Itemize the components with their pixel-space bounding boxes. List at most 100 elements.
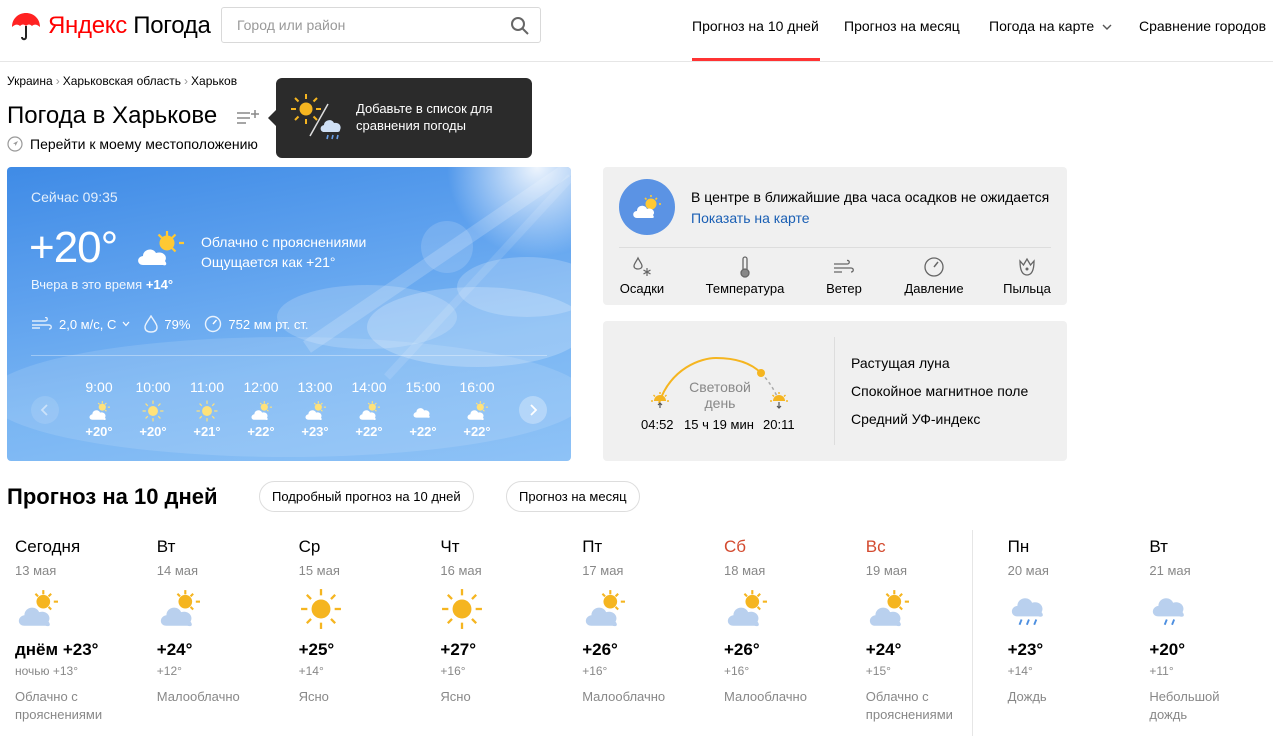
- forecast-day[interactable]: Пн 20 мая +23° +14° Дождь: [1008, 537, 1142, 706]
- day-temp: +23°: [1007, 640, 1044, 659]
- forecast-day[interactable]: Чт 16 мая +27° +16° Ясно: [440, 537, 574, 706]
- hour-icon: [234, 400, 288, 422]
- day-date: 17 мая: [582, 563, 624, 578]
- rain-icon: [1011, 598, 1043, 626]
- day-condition-line1: Малооблачно: [156, 689, 240, 704]
- breadcrumb-country[interactable]: Украина: [7, 74, 53, 88]
- nav-active-indicator: [692, 58, 820, 61]
- hour-item: 11:00 +21°: [180, 379, 234, 439]
- forecast-title: Прогноз на 10 дней: [7, 484, 218, 509]
- forecast-day[interactable]: Вс 19 мая +24° +15° Облачно с прояснениями: [866, 537, 1000, 724]
- wind-value: 2,0 м/с, С: [59, 316, 117, 332]
- sun-icon: [142, 400, 164, 422]
- hour-time: 12:00: [243, 379, 279, 395]
- compare-tooltip: Добавьте в список для сравнения погоды: [268, 78, 532, 158]
- forecast-day[interactable]: Вт 14 мая +24° +12° Малооблачно: [157, 537, 291, 706]
- chevron-left-icon: [40, 404, 48, 416]
- wind-param[interactable]: 2,0 м/с, С: [31, 317, 130, 332]
- nowcast-icon: [619, 179, 675, 235]
- yesterday-value: +14°: [145, 277, 174, 292]
- day-condition: Малооблачно: [724, 688, 858, 706]
- humidity-drop-icon: [144, 315, 159, 333]
- logo-text: Яндекс Погода: [48, 12, 211, 40]
- hour-temp: +20°: [139, 424, 167, 439]
- forecast-day[interactable]: Пт 17 мая +26° +16° Малооблачно: [582, 537, 716, 706]
- sun-icon: [196, 400, 218, 422]
- map-layer-thermometer[interactable]: Температура: [700, 255, 790, 296]
- day-length: 15 ч 19 мин: [684, 417, 754, 432]
- logo-brand: Яндекс: [48, 12, 127, 39]
- search-input[interactable]: [222, 8, 492, 42]
- day-condition: Дождь: [1008, 688, 1142, 706]
- feels-like: Ощущается как +21°: [201, 254, 336, 270]
- map-layer-precipitation[interactable]: Осадки: [597, 255, 687, 296]
- day-icon: [157, 588, 291, 628]
- breadcrumb-region[interactable]: Харьковская область: [63, 74, 181, 88]
- show-on-map-link[interactable]: Показать на карте: [691, 210, 810, 226]
- nav-forecast-month[interactable]: Прогноз на месяц: [844, 18, 960, 34]
- hour-item: 16:00 +22°: [450, 379, 504, 439]
- hour-icon: [72, 400, 126, 422]
- day-condition-line1: Облачно с: [865, 689, 929, 704]
- breadcrumb-separator: ›: [184, 74, 189, 88]
- day-condition-line1: Дождь: [1007, 689, 1047, 704]
- current-temperature: +20°: [29, 223, 118, 272]
- day-condition-line1: Ясно: [298, 689, 329, 704]
- weather-params: 2,0 м/с, С 79% 752 мм рт. ст.: [31, 315, 323, 333]
- map-layers: Осадки Температура Ветер Давление Пыльца: [603, 255, 1067, 301]
- hour-temp: ·: [504, 424, 517, 439]
- day-condition-line2: прояснениями: [865, 707, 953, 722]
- partly-cloudy-icon: [869, 590, 909, 627]
- precipitation-icon: [633, 256, 651, 276]
- nav-weather-map[interactable]: Погода на карте: [989, 18, 1112, 34]
- add-to-list-icon[interactable]: [234, 108, 260, 126]
- pressure-gauge-icon: [205, 315, 222, 333]
- day-date: 20 мая: [1007, 563, 1049, 578]
- partly-cloudy-icon: [138, 231, 184, 266]
- day-condition: Ясно: [440, 688, 574, 706]
- site-header: Яндекс Погода Прогноз на 10 дней Прогноз…: [0, 0, 1273, 62]
- day-temp: +24°: [865, 640, 902, 659]
- partly-cloudy-icon: [633, 195, 661, 218]
- layer-icon: [597, 255, 687, 279]
- day-icon: [440, 588, 574, 629]
- forecast-day[interactable]: Сб 18 мая +26° +16° Малооблачно: [724, 537, 858, 706]
- night-temp: ночью +13°: [15, 664, 79, 678]
- sun-icon: [442, 589, 483, 629]
- layer-icon: [799, 255, 889, 279]
- nav-forecast-10-days[interactable]: Прогноз на 10 дней: [692, 18, 819, 34]
- day-date: 18 мая: [724, 563, 766, 578]
- hours-scroll-right-button[interactable]: [519, 396, 547, 424]
- sun-card-divider: [834, 337, 835, 445]
- wind-icon: [32, 317, 52, 330]
- month-forecast-button[interactable]: Прогноз на месяц: [506, 481, 640, 512]
- search-icon[interactable]: [510, 16, 530, 36]
- detailed-forecast-button[interactable]: Подробный прогноз на 10 дней: [259, 481, 474, 512]
- my-location-link[interactable]: Перейти к моему местоположению: [7, 136, 258, 152]
- layer-icon: [889, 255, 979, 279]
- compare-weather-icon: [291, 94, 341, 140]
- hour-time: 1: [504, 379, 517, 397]
- hours-scroll-left-button[interactable]: [31, 396, 59, 424]
- sunrise-icon: [651, 392, 669, 408]
- forecast-day[interactable]: Сегодня 13 мая днём +23° ночью +13° Облачно …: [15, 537, 149, 724]
- hour-icon: [396, 400, 450, 422]
- day-condition: Облачно с прояснениями: [15, 688, 149, 724]
- nav-compare-cities[interactable]: Сравнение городов: [1139, 18, 1266, 34]
- umbrella-logo-icon: [12, 13, 40, 41]
- hour-time: 16:00: [459, 379, 495, 395]
- forecast-day[interactable]: Вт 21 мая +20° +11° Небольшой дождь: [1149, 537, 1273, 724]
- hour-temp: +22°: [409, 424, 437, 439]
- day-temp: днём +23°: [15, 640, 99, 659]
- day-name: Чт: [440, 537, 460, 556]
- map-layer-pressure-gauge[interactable]: Давление: [889, 255, 979, 296]
- forecast-day[interactable]: Ср 15 мая +25° +14° Ясно: [299, 537, 433, 706]
- day-name: Пт: [582, 537, 603, 556]
- cloud-icon: [413, 408, 430, 418]
- day-name: Вс: [865, 537, 886, 556]
- hour-temp: +22°: [247, 424, 275, 439]
- map-layer-wind[interactable]: Ветер: [799, 255, 889, 296]
- map-layer-pollen[interactable]: Пыльца: [982, 255, 1072, 296]
- current-weather-card: Сейчас 09:35 +20° Облачно с прояснениями…: [7, 167, 571, 461]
- logo[interactable]: Яндекс Погода: [10, 10, 211, 42]
